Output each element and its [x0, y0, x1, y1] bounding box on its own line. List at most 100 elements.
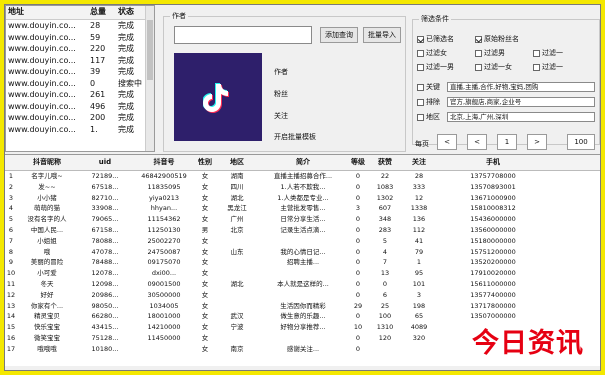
- status-cell: 完成: [118, 32, 134, 42]
- table-cell: 0: [355, 290, 361, 299]
- total-cell: 1.: [90, 124, 98, 134]
- region-field[interactable]: 北京,上海,广州,深圳: [447, 112, 595, 122]
- table-row[interactable]: 13 你家有个... 98050... 1034005 女 生活因你而精彩 29 25 198 1…: [5, 301, 600, 312]
- column-header[interactable]: [5, 155, 17, 170]
- table-cell: 3: [355, 204, 361, 213]
- table-row[interactable]: 2 发~~ 67518... 11835095 女 四川 1.人若不欺我... 0 1083 33…: [5, 182, 600, 193]
- table-row[interactable]: 11 冬天 12098... 09001500 女 湖北 本人就是这样的... 0 0 101 15…: [5, 279, 600, 290]
- table-row[interactable]: 3 小小猪 82710... yiya0213 女 湖北 1.人类都是专业... 0 1302 1…: [5, 193, 600, 204]
- url-list-row[interactable]: www.douyin.co... 59 完成: [6, 32, 154, 44]
- url-list-row[interactable]: www.douyin.co... 200 完成: [6, 112, 154, 124]
- url-cell: www.douyin.co...: [8, 113, 76, 122]
- column-header[interactable]: 简介: [259, 155, 347, 170]
- filter-checkbox[interactable]: 已筛选名: [417, 34, 454, 44]
- filter-checkbox[interactable]: 过滤女: [417, 48, 447, 58]
- filter-checkbox[interactable]: 过滤一: [533, 48, 563, 58]
- table-row[interactable]: 9 美丽的冒险 78488... 09175070 女 招聘主播... 0 7 1 1352020…: [5, 257, 600, 268]
- exclude-checkbox[interactable]: 排除: [417, 97, 440, 107]
- filter-checkbox[interactable]: 过滤一女: [475, 62, 512, 72]
- column-header[interactable]: 手机: [437, 155, 549, 170]
- page-first-button[interactable]: <: [437, 134, 457, 150]
- table-cell: 12: [414, 193, 424, 202]
- table-row[interactable]: 6 中国人民... 67158... 11250130 男 北京 记录生活点滴... 0 283…: [5, 225, 600, 236]
- author-input[interactable]: [174, 26, 312, 44]
- table-cell: 女: [201, 204, 209, 213]
- total-cell: 39: [90, 67, 101, 76]
- column-address[interactable]: 地址: [6, 6, 86, 19]
- table-cell: 0: [355, 215, 361, 224]
- table-cell: [259, 333, 347, 344]
- watermark-logo: 今日资讯: [468, 321, 588, 360]
- exclude-field[interactable]: 官方,旗舰店,商家,企业号: [447, 97, 595, 107]
- table-cell: 女: [201, 323, 209, 332]
- url-cell: www.douyin.co...: [8, 55, 76, 65]
- batch-template-link[interactable]: 开启批量模板: [274, 132, 316, 142]
- table-row[interactable]: 10 小可爱 12078... dxi00... 女 0 13 95 17910020000: [5, 268, 600, 279]
- url-list-header: 地址 总量 状态: [6, 6, 154, 20]
- table-row[interactable]: 8 哦 47078... 24750087 女 山东 我的心情日记... 0 4 79 157512…: [5, 247, 600, 258]
- region-checkbox[interactable]: 地区: [417, 112, 440, 122]
- column-header[interactable]: 抖音号: [133, 155, 195, 170]
- table-cell: 小小猪: [37, 193, 57, 202]
- table-cell: 0: [355, 258, 361, 267]
- filter-checkbox[interactable]: 过滤男: [475, 48, 505, 58]
- column-total[interactable]: 总量: [86, 6, 116, 19]
- page-next-button[interactable]: >: [527, 134, 547, 150]
- url-list-row[interactable]: www.douyin.co... 496 完成: [6, 101, 154, 113]
- url-list-row[interactable]: www.douyin.co... 1. 完成: [6, 124, 154, 136]
- table-cell: 101: [412, 279, 426, 288]
- table-row[interactable]: 1 名字儿哦~ 72189... 46842900519 女 湖南 直播主播招募合作... 0…: [5, 171, 600, 182]
- table-cell: 女: [201, 312, 209, 321]
- url-list-row[interactable]: www.douyin.co... 0 搜索中: [6, 78, 154, 90]
- add-query-button[interactable]: 添加查询: [320, 27, 358, 43]
- table-cell: 15180000000: [470, 236, 516, 245]
- table-cell: 小姐姐: [37, 236, 57, 245]
- table-row[interactable]: 5 没有名字的人 79065... 11154362 女 广州 日常分享生活... 0 348 1…: [5, 214, 600, 225]
- keyword-field[interactable]: 直播,主播,合作,好物,宝妈,团购: [447, 82, 595, 92]
- column-header[interactable]: uid: [77, 155, 133, 170]
- page-number-field[interactable]: 1: [497, 134, 517, 150]
- url-list-row[interactable]: www.douyin.co... 28 完成: [6, 20, 154, 32]
- filter-checkbox[interactable]: 过滤一男: [417, 62, 454, 72]
- column-header[interactable]: 关注: [401, 155, 437, 170]
- column-header[interactable]: 抖音昵称: [17, 155, 77, 170]
- table-cell: 28: [414, 172, 424, 180]
- table-cell: dxi00...: [151, 269, 177, 278]
- keyword-checkbox[interactable]: 关键: [417, 82, 440, 92]
- filter-checkbox[interactable]: 原始粉丝名: [475, 34, 519, 44]
- page-size-label: 每页: [415, 140, 429, 148]
- table-cell: 日常分享生活...: [280, 215, 326, 224]
- table-cell: 333: [412, 182, 426, 191]
- table-cell: 哦哦哦: [37, 344, 57, 353]
- table-cell: 0: [355, 312, 361, 321]
- column-header[interactable]: 获赞: [369, 155, 401, 170]
- table-row[interactable]: 4 萌萌的猫 33908... hhyan... 女 黑龙江 主营批发零售... 3 607 13…: [5, 203, 600, 214]
- table-cell: 女: [201, 236, 209, 245]
- table-cell: 18001000: [147, 312, 181, 321]
- url-list[interactable]: 地址 总量 状态 www.douyin.co... 28 完成 www.douyin.…: [5, 5, 155, 152]
- column-header[interactable]: 性别: [195, 155, 215, 170]
- table-cell: 1338: [410, 204, 428, 213]
- table-cell: 136: [412, 215, 426, 224]
- table-cell: 30500000: [147, 290, 181, 299]
- batch-import-button[interactable]: 批量导入: [363, 27, 401, 43]
- status-cell: 完成: [118, 67, 134, 76]
- url-list-row[interactable]: www.douyin.co... 220 完成: [6, 43, 154, 55]
- table-cell: 100: [378, 312, 392, 321]
- url-list-row[interactable]: www.douyin.co... 117 完成: [6, 55, 154, 67]
- page-prev-button[interactable]: <: [467, 134, 487, 150]
- table-cell: 3: [416, 290, 422, 299]
- page-size-field[interactable]: 100: [567, 134, 595, 150]
- table-row[interactable]: 12 好好 20986... 30500000 女 0 6 3 13577400000: [5, 290, 600, 301]
- column-header[interactable]: 地区: [215, 155, 259, 170]
- filter-checkbox[interactable]: 过滤一: [533, 62, 563, 72]
- table-row[interactable]: 7 小姐姐 78088... 25002270 女 0 5 41 15180000000: [5, 236, 600, 247]
- column-status[interactable]: 状态: [116, 6, 146, 19]
- total-cell: 59: [90, 32, 101, 42]
- url-list-scrollbar[interactable]: [145, 6, 154, 151]
- url-list-row[interactable]: www.douyin.co... 261 完成: [6, 89, 154, 101]
- column-header[interactable]: 等级: [347, 155, 369, 170]
- table-cell: 宁波: [230, 323, 244, 332]
- url-list-row[interactable]: www.douyin.co... 39 完成: [6, 66, 154, 78]
- table-cell: 名字儿哦~: [31, 172, 63, 180]
